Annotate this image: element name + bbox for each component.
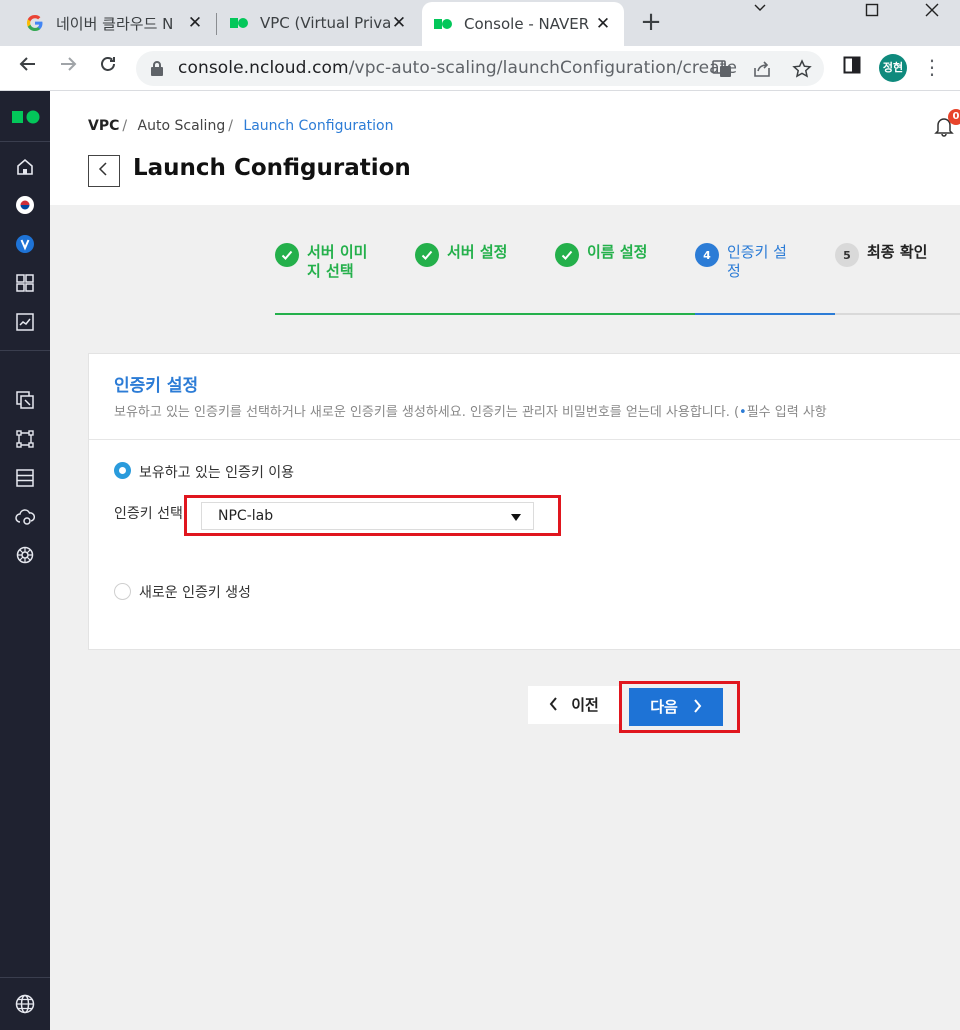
step-label: 서버 설정 (447, 243, 508, 261)
window-close-icon[interactable] (910, 2, 954, 26)
lock-icon (150, 60, 164, 76)
address-bar[interactable]: console.ncloud.com/vpc-auto-scaling/laun… (136, 51, 824, 86)
side-panel-icon[interactable] (838, 54, 866, 82)
breadcrumb-current[interactable]: Launch Configuration (243, 118, 393, 134)
korea-flag-icon[interactable] (14, 194, 36, 216)
network-nodes-icon[interactable] (14, 428, 36, 450)
step-label: 서버 이미지 선택 (307, 243, 368, 280)
storage-stack-icon[interactable] (14, 467, 36, 489)
prev-button-label: 이전 (571, 696, 599, 714)
check-icon (415, 243, 439, 267)
close-icon[interactable]: ✕ (186, 13, 204, 33)
ncloud-logo-icon[interactable] (12, 109, 40, 124)
step-number: 5 (835, 243, 859, 267)
step-progress-todo (835, 313, 960, 315)
google-icon (26, 14, 44, 32)
back-arrow-icon[interactable] (14, 54, 42, 82)
close-icon[interactable]: ✕ (390, 13, 408, 33)
browser-tab-bar: 네이버 클라우드 N ✕ VPC (Virtual Privat ✕ Conso… (0, 0, 960, 46)
selected-key-value: NPC-lab (218, 508, 274, 524)
card-title: 인증키 설정 (114, 376, 199, 396)
home-icon[interactable] (14, 156, 36, 178)
auth-key-select-label: 인증키 선택 (114, 506, 183, 522)
left-nav-rail (0, 91, 50, 1030)
highlight-box: NPC-lab (184, 495, 561, 536)
auth-key-card: 인증키 설정 보유하고 있는 인증키를 선택하거나 새로운 인증키를 생성하세요… (88, 353, 960, 650)
ncloud-icon (230, 14, 248, 32)
next-button[interactable]: 다음 (629, 688, 723, 726)
share-icon[interactable] (752, 59, 772, 79)
chevron-right-icon (694, 699, 702, 713)
browser-toolbar: console.ncloud.com/vpc-auto-scaling/laun… (0, 46, 960, 91)
browser-tab-vpc[interactable]: VPC (Virtual Privat ✕ (218, 0, 420, 46)
forward-arrow-icon[interactable] (54, 54, 82, 82)
kubernetes-helm-icon[interactable] (14, 544, 36, 566)
highlight-box: 다음 (619, 681, 740, 733)
step-name-settings: 이름 설정 (555, 243, 649, 267)
step-number: 4 (695, 243, 719, 267)
breadcrumb-auto-scaling[interactable]: Auto Scaling (138, 118, 226, 134)
radio-existing-key[interactable] (114, 462, 131, 479)
profile-avatar[interactable]: 정현 (879, 54, 907, 82)
monitoring-chart-icon[interactable] (14, 311, 36, 333)
caret-down-icon (511, 514, 521, 521)
ncloud-icon (434, 15, 452, 33)
step-label: 최종 확인 (867, 243, 928, 261)
browser-tab-naver-cloud[interactable]: 네이버 클라우드 N ✕ (14, 0, 216, 46)
maximize-icon[interactable] (850, 2, 894, 26)
radio-new-key-label[interactable]: 새로운 인증키 생성 (139, 582, 251, 602)
next-button-label: 다음 (650, 698, 678, 716)
step-server-settings: 서버 설정 (415, 243, 509, 267)
step-auth-key: 4 인증키 설정 (695, 243, 789, 281)
new-tab-plus-icon[interactable]: + (636, 8, 666, 38)
rail-divider (0, 350, 50, 351)
page-header: VPC / Auto Scaling / Launch Configuration … (50, 91, 960, 205)
globe-icon[interactable] (14, 993, 36, 1015)
more-menu-icon[interactable]: ⋮ (922, 54, 942, 82)
card-header: 인증키 설정 보유하고 있는 인증키를 선택하거나 새로운 인증키를 생성하세요… (89, 354, 960, 440)
step-label: 이름 설정 (587, 243, 648, 261)
step-progress-done (275, 313, 695, 315)
tab-divider (216, 13, 217, 35)
check-icon (555, 243, 579, 267)
prev-button[interactable]: 이전 (528, 686, 620, 724)
notification-badge: 0 (948, 109, 960, 125)
server-copy-icon[interactable] (14, 389, 36, 411)
close-icon[interactable]: ✕ (594, 14, 612, 34)
vpc-badge-icon[interactable] (14, 233, 36, 255)
step-label: 인증키 설정 (727, 243, 787, 280)
bookmark-star-icon[interactable] (792, 59, 812, 79)
translate-icon[interactable] (712, 59, 732, 79)
back-button[interactable] (88, 155, 120, 187)
chevron-left-icon (98, 162, 107, 176)
rail-divider (0, 977, 50, 978)
breadcrumb: VPC / Auto Scaling / Launch Configuration (88, 118, 394, 134)
breadcrumb-vpc[interactable]: VPC (88, 118, 119, 134)
radio-new-key[interactable] (114, 583, 131, 600)
tab-title: 네이버 클라우드 N (56, 14, 174, 33)
required-dot-icon: • (739, 405, 747, 420)
reload-icon[interactable] (94, 54, 122, 82)
rail-divider (0, 141, 50, 142)
tab-title: VPC (Virtual Privat (260, 14, 390, 32)
card-description: 보유하고 있는 인증키를 선택하거나 새로운 인증키를 생성하세요. 인증키는 … (114, 405, 827, 420)
radio-existing-key-label[interactable]: 보유하고 있는 인증키 이용 (139, 462, 294, 482)
minimize-icon[interactable] (738, 0, 782, 24)
auth-key-select[interactable]: NPC-lab (201, 502, 534, 530)
tab-title: Console - NAVER (464, 15, 590, 33)
step-progress-current (695, 313, 835, 315)
cloud-settings-icon[interactable] (14, 506, 36, 528)
step-final-review: 5 최종 확인 (835, 243, 929, 267)
url-text: console.ncloud.com/vpc-auto-scaling/laun… (178, 58, 738, 78)
check-icon (275, 243, 299, 267)
chevron-left-icon (549, 697, 557, 711)
browser-tab-console[interactable]: Console - NAVER ✕ (422, 2, 624, 46)
dashboard-grid-icon[interactable] (14, 272, 36, 294)
step-server-image: 서버 이미지 선택 (275, 243, 369, 281)
page-title: Launch Configuration (133, 155, 411, 181)
